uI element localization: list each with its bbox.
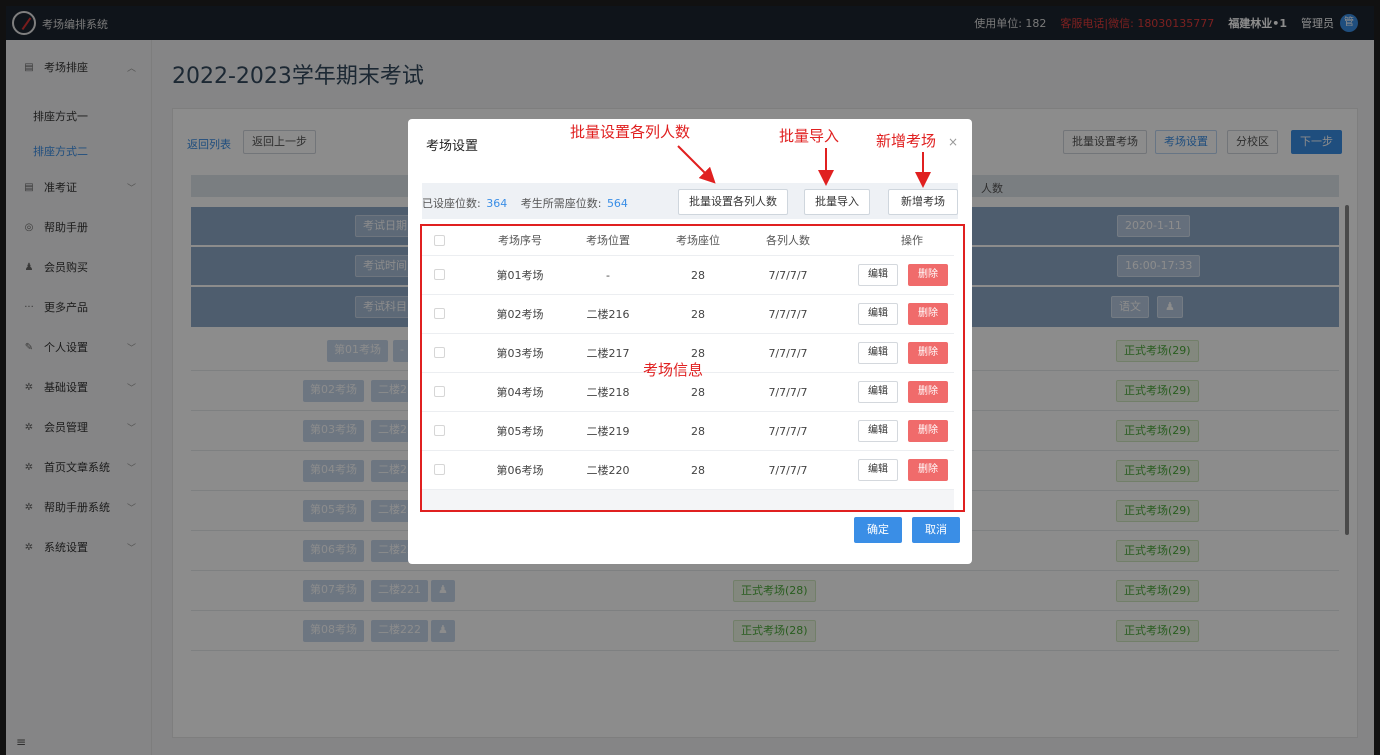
annotation-add-room: 新增考场 (876, 132, 937, 150)
batch-import-button[interactable]: 批量导入 (804, 189, 870, 215)
batch-set-columns-button[interactable]: 批量设置各列人数 (678, 189, 788, 215)
close-icon[interactable]: × (948, 135, 958, 149)
annotation-batch-import: 批量导入 (779, 127, 840, 145)
cancel-button[interactable]: 取消 (912, 517, 960, 543)
seat-summary: 已设座位数: 364 考生所需座位数: 564 (422, 195, 638, 211)
need-seats-value: 564 (606, 197, 628, 210)
seat-info-bar: 已设座位数: 364 考生所需座位数: 564 批量设置各列人数 批量导入 新增… (422, 183, 958, 219)
annotation-batch-columns: 批量设置各列人数 (570, 123, 691, 141)
set-seats-value: 364 (486, 197, 508, 210)
confirm-button[interactable]: 确定 (854, 517, 902, 543)
add-room-button[interactable]: 新增考场 (888, 189, 958, 215)
modal-title: 考场设置 (426, 139, 479, 154)
set-seats-label: 已设座位数: (422, 197, 481, 210)
annotation-room-info: 考场信息 (643, 361, 704, 379)
need-seats-label: 考生所需座位数: (520, 197, 602, 210)
